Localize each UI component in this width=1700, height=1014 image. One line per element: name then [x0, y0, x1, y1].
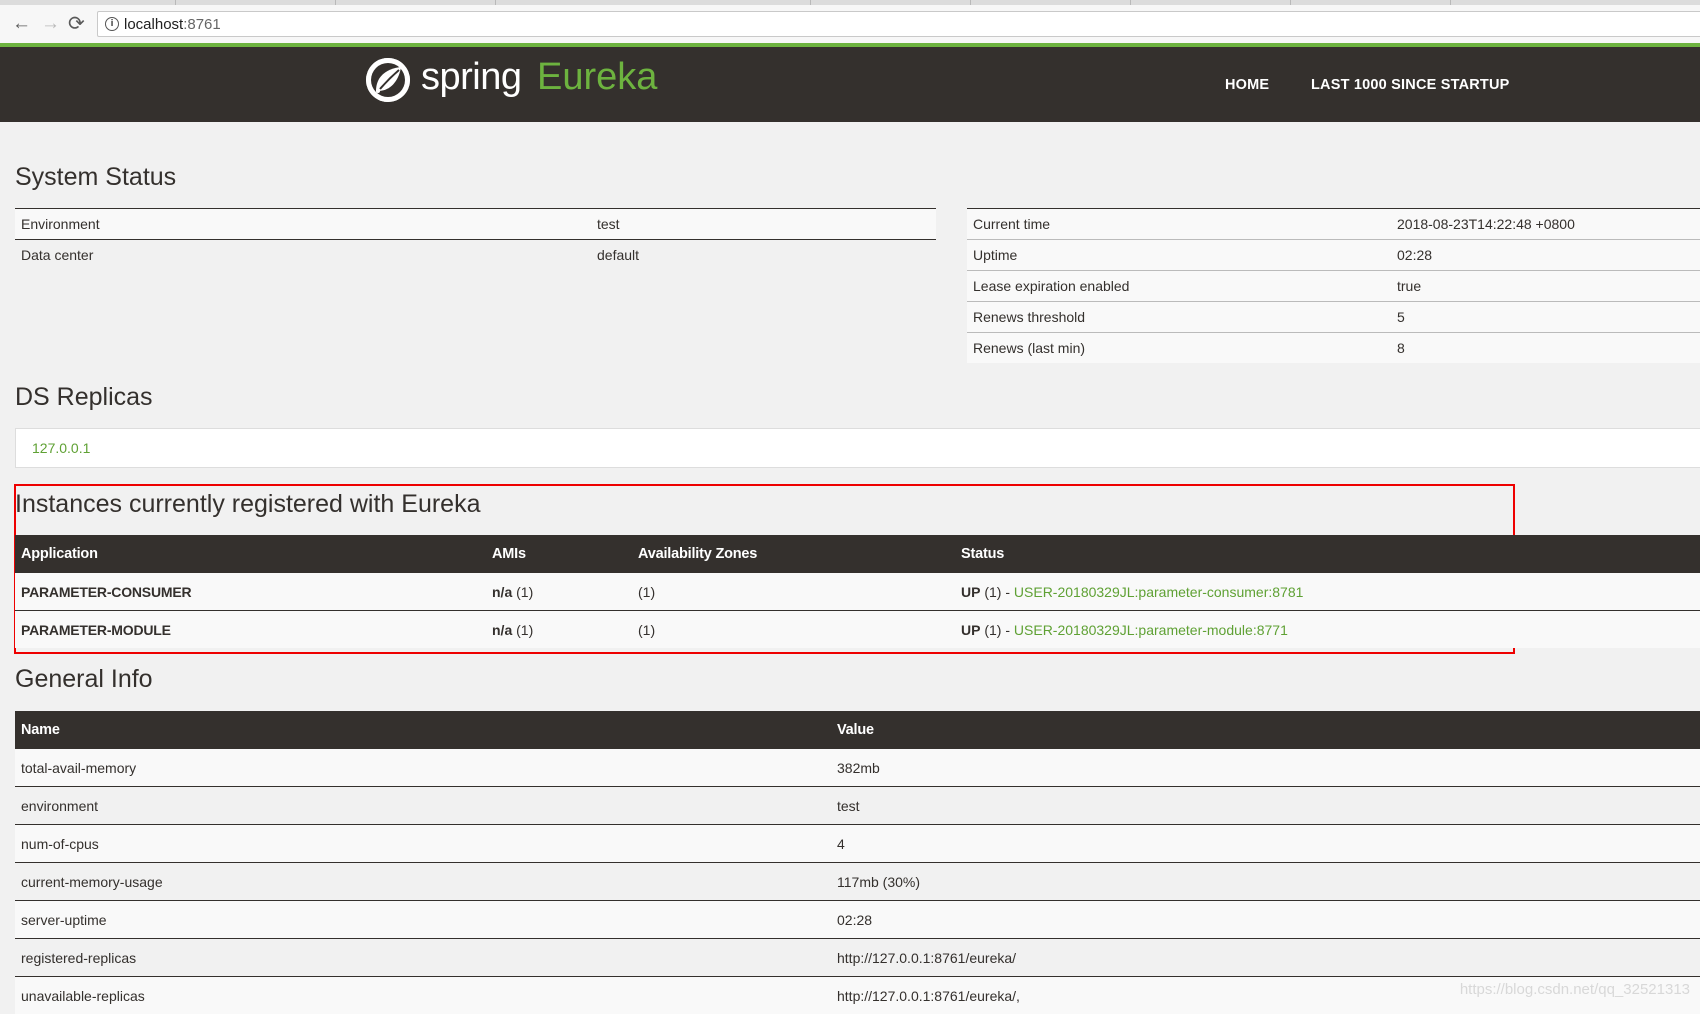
amis-cell: n/a (1) [486, 573, 632, 611]
url-port: :8761 [183, 16, 221, 33]
info-value: 117mb (30%) [831, 863, 1700, 901]
application-name: PARAMETER-MODULE [15, 611, 486, 649]
table-row: PARAMETER-MODULE n/a (1) (1) UP (1) - US… [15, 611, 1700, 649]
instances-header-row: Application AMIs Availability Zones Stat… [15, 535, 1700, 573]
info-name: total-avail-memory [15, 749, 831, 787]
column-header-name: Name [15, 711, 831, 749]
status-value: default [591, 240, 936, 271]
info-value: http://127.0.0.1:8761/eureka/ [831, 939, 1700, 977]
column-header-application: Application [15, 535, 486, 573]
info-name: registered-replicas [15, 939, 831, 977]
info-value: 02:28 [831, 901, 1700, 939]
info-value: test [831, 787, 1700, 825]
instance-link[interactable]: USER-20180329JL:parameter-consumer:8781 [1014, 584, 1304, 600]
status-value: 5 [1391, 302, 1700, 333]
status-label: Lease expiration enabled [967, 271, 1391, 302]
status-row: Renews (last min) 8 [967, 333, 1700, 364]
address-bar[interactable]: i localhost:8761 [97, 11, 1700, 37]
system-status-left-table: Environment test Data center default [15, 208, 936, 270]
general-info-title: General Info [15, 665, 153, 694]
eureka-navbar: spring Eureka HOME LAST 1000 SINCE START… [0, 47, 1700, 122]
table-row: current-memory-usage 117mb (30%) [15, 863, 1700, 901]
nav-last-1000-link[interactable]: LAST 1000 SINCE STARTUP [1311, 77, 1510, 93]
status-row: Environment test [15, 209, 936, 240]
status-row: Current time 2018-08-23T14:22:48 +0800 [967, 209, 1700, 240]
table-row: registered-replicas http://127.0.0.1:876… [15, 939, 1700, 977]
table-row: unavailable-replicas http://127.0.0.1:87… [15, 977, 1700, 1014]
ds-replicas-list: 127.0.0.1 [15, 428, 1700, 468]
amis-value: n/a [492, 622, 512, 638]
status-value: 02:28 [1391, 240, 1700, 271]
reload-icon[interactable]: ⟳ [68, 14, 85, 34]
status-count: (1) - [980, 584, 1013, 600]
system-status-title: System Status [15, 163, 176, 192]
info-name: unavailable-replicas [15, 977, 831, 1014]
spring-leaf-icon [366, 58, 410, 102]
status-row: Renews threshold 5 [967, 302, 1700, 333]
column-header-status: Status [955, 535, 1700, 573]
column-header-availability-zones: Availability Zones [632, 535, 955, 573]
address-bar-url: localhost:8761 [124, 16, 221, 33]
amis-value: n/a [492, 584, 512, 600]
general-info-header-row: Name Value [15, 711, 1700, 749]
amis-count: (1) [512, 622, 533, 638]
info-value: 4 [831, 825, 1700, 863]
status-cell: UP (1) - USER-20180329JL:parameter-modul… [955, 611, 1700, 649]
info-name: environment [15, 787, 831, 825]
info-name: server-uptime [15, 901, 831, 939]
nav-home-link[interactable]: HOME [1225, 77, 1269, 93]
status-label: Environment [15, 209, 591, 240]
url-host: localhost [124, 16, 183, 33]
status-count: (1) - [980, 622, 1013, 638]
instance-link[interactable]: USER-20180329JL:parameter-module:8771 [1014, 622, 1288, 638]
csdn-watermark: https://blog.csdn.net/qq_32521313 [1460, 981, 1690, 998]
amis-cell: n/a (1) [486, 611, 632, 649]
status-cell: UP (1) - USER-20180329JL:parameter-consu… [955, 573, 1700, 611]
status-label: Current time [967, 209, 1391, 240]
column-header-amis: AMIs [486, 535, 632, 573]
spring-logo-icon[interactable] [366, 58, 410, 102]
instances-table: Application AMIs Availability Zones Stat… [15, 535, 1700, 648]
info-name: current-memory-usage [15, 863, 831, 901]
table-row: server-uptime 02:28 [15, 901, 1700, 939]
status-up: UP [961, 584, 980, 600]
table-row: PARAMETER-CONSUMER n/a (1) (1) UP (1) - … [15, 573, 1700, 611]
back-arrow-icon[interactable]: ← [12, 14, 31, 34]
info-value: 382mb [831, 749, 1700, 787]
application-name: PARAMETER-CONSUMER [15, 573, 486, 611]
replica-link[interactable]: 127.0.0.1 [32, 440, 90, 456]
status-value: true [1391, 271, 1700, 302]
info-name: num-of-cpus [15, 825, 831, 863]
status-row: Lease expiration enabled true [967, 271, 1700, 302]
general-info-table: Name Value total-avail-memory 382mb envi… [15, 711, 1700, 1014]
status-up: UP [961, 622, 980, 638]
status-label: Renews threshold [967, 302, 1391, 333]
status-label: Data center [15, 240, 591, 271]
instances-title: Instances currently registered with Eure… [15, 490, 481, 519]
forward-arrow-icon[interactable]: → [41, 14, 60, 34]
brand-spring-text[interactable]: spring [421, 56, 522, 99]
status-label: Uptime [967, 240, 1391, 271]
status-row: Data center default [15, 240, 936, 271]
column-header-value: Value [831, 711, 1700, 749]
status-row: Uptime 02:28 [967, 240, 1700, 271]
table-row: total-avail-memory 382mb [15, 749, 1700, 787]
status-value: test [591, 209, 936, 240]
status-value: 8 [1391, 333, 1700, 364]
browser-toolbar: ← → ⟳ i localhost:8761 [0, 5, 1700, 44]
brand-eureka-text[interactable]: Eureka [537, 56, 657, 99]
info-icon[interactable]: i [105, 17, 119, 31]
ds-replicas-title: DS Replicas [15, 383, 153, 412]
status-value: 2018-08-23T14:22:48 +0800 [1391, 209, 1700, 240]
zones-cell: (1) [632, 573, 955, 611]
status-label: Renews (last min) [967, 333, 1391, 364]
system-status-right-table: Current time 2018-08-23T14:22:48 +0800 U… [967, 208, 1700, 363]
table-row: num-of-cpus 4 [15, 825, 1700, 863]
table-row: environment test [15, 787, 1700, 825]
zones-cell: (1) [632, 611, 955, 649]
amis-count: (1) [512, 584, 533, 600]
